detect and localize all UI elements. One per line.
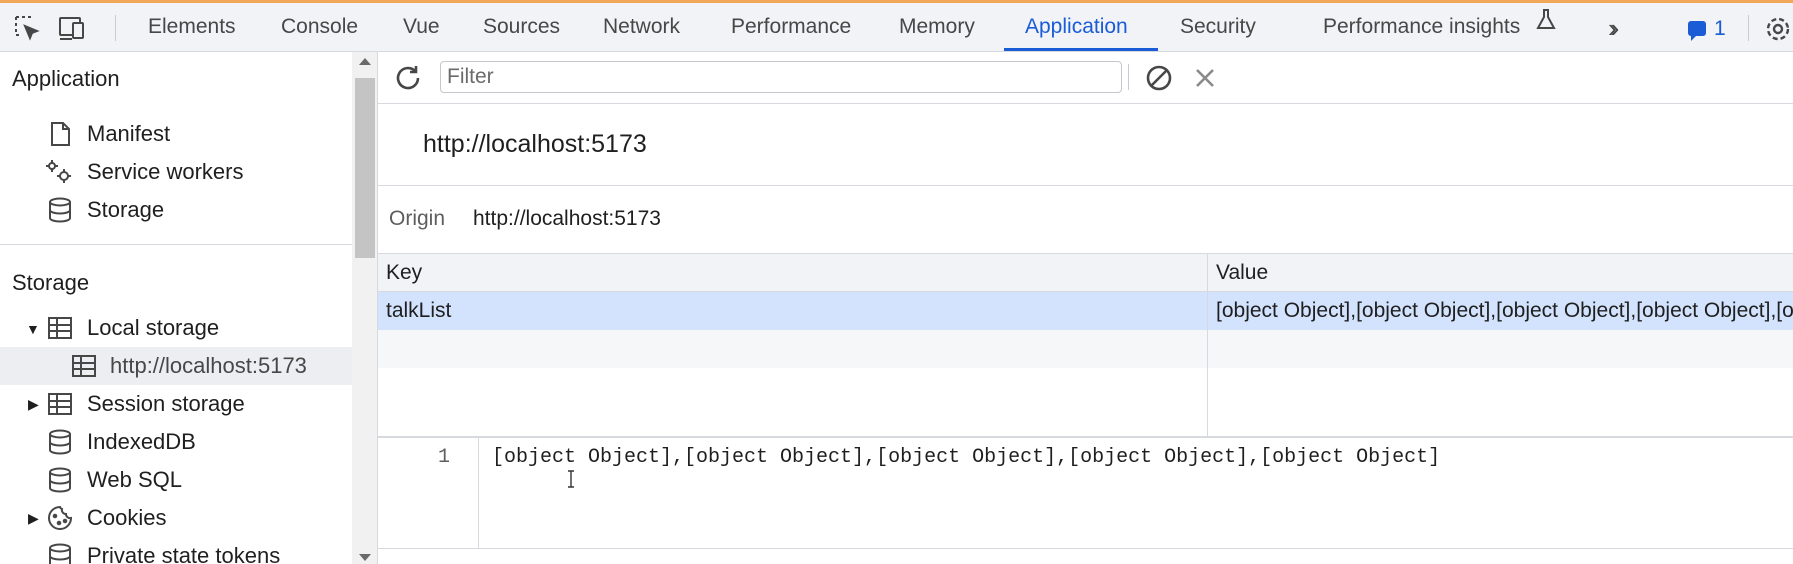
key-value-table: Key Value talkList [object Object],[obje… (378, 254, 1793, 438)
more-tabs-chevron-icon[interactable]: ›› (1608, 13, 1620, 44)
sidebar-item-label: http://localhost:5173 (110, 353, 307, 378)
scroll-down-arrow-icon[interactable] (359, 554, 371, 561)
sidebar-item-label: IndexedDB (87, 429, 196, 454)
table-row-empty[interactable] (378, 330, 1793, 368)
tab-performance[interactable]: Performance (731, 3, 851, 51)
tab-security[interactable]: Security (1180, 3, 1256, 51)
tab-sources[interactable]: Sources (483, 3, 560, 51)
section-title-storage: Storage (12, 270, 90, 295)
database-icon (46, 466, 74, 494)
sidebar-item-manifest[interactable]: Manifest (0, 115, 352, 153)
table-icon (70, 352, 98, 380)
issues-count: 1 (1714, 17, 1726, 40)
sidebar-item-localhost-5173[interactable]: http://localhost:5173 (0, 347, 352, 385)
application-sidebar: Application Manifest Service workers Sto… (0, 52, 378, 564)
sidebar-item-local-storage[interactable]: ▼ Local storage (0, 309, 352, 347)
database-icon (46, 196, 74, 224)
storage-main-panel: http://localhost:5173 Origin http://loca… (378, 52, 1793, 564)
column-header-value[interactable]: Value (1216, 254, 1268, 292)
table-cell-key: talkList (386, 299, 452, 322)
sidebar-item-label: Local storage (87, 315, 220, 340)
delete-selected-close-icon[interactable] (1192, 65, 1218, 91)
expand-triangle-down-icon[interactable]: ▼ (26, 310, 40, 348)
origin-row: Origin http://localhost:5173 (378, 186, 1793, 254)
sidebar-item-session-storage[interactable]: ▶ Session storage (0, 385, 352, 423)
origin-header: http://localhost:5173 (378, 104, 1793, 186)
text-cursor-icon (566, 470, 576, 488)
origin-title: http://localhost:5173 (423, 130, 647, 158)
sidebar-item-storage[interactable]: Storage (0, 191, 352, 229)
tab-performance-insights[interactable]: Performance insights (1323, 3, 1556, 51)
tab-console[interactable]: Console (281, 3, 358, 51)
origin-value: http://localhost:5173 (473, 207, 661, 230)
clear-all-icon[interactable] (1144, 63, 1174, 93)
storage-toolbar (378, 52, 1793, 104)
table-icon (46, 314, 74, 342)
sidebar-item-cookies[interactable]: ▶ Cookies (0, 499, 352, 537)
sidebar-item-label: Cookies (87, 505, 167, 530)
device-toolbar-icon[interactable] (56, 13, 86, 43)
filter-input[interactable] (440, 61, 1122, 93)
sidebar-item-label: Web SQL (87, 467, 182, 492)
gears-icon (44, 158, 72, 186)
tab-vue[interactable]: Vue (403, 3, 440, 51)
value-preview-text[interactable]: [object Object],[object Object],[object … (492, 446, 1440, 469)
document-icon (46, 120, 74, 148)
table-header: Key Value (378, 254, 1793, 292)
table-cell-value: [object Object],[object Object],[object … (1216, 299, 1793, 322)
line-number: 1 (438, 446, 451, 469)
devtools-tab-bar: Elements Console Vue Sources Network Per… (0, 0, 1793, 52)
tab-performance-insights-label: Performance insights (1323, 15, 1521, 38)
tab-memory[interactable]: Memory (899, 3, 975, 51)
sidebar-item-label: Manifest (87, 121, 171, 146)
sidebar-item-label: Private state tokens (87, 543, 281, 564)
sidebar-item-web-sql[interactable]: Web SQL (0, 461, 352, 499)
tab-application[interactable]: Application (1025, 3, 1128, 51)
column-header-key[interactable]: Key (386, 254, 422, 292)
value-preview-pane: 1 [object Object],[object Object],[objec… (378, 438, 1793, 564)
expand-triangle-right-icon[interactable]: ▶ (28, 499, 39, 537)
table-icon (46, 390, 74, 418)
sidebar-divider (0, 244, 352, 245)
sidebar-item-indexeddb[interactable]: IndexedDB (0, 423, 352, 461)
section-title-application: Application (12, 66, 120, 91)
origin-label: Origin (389, 207, 446, 230)
tab-elements[interactable]: Elements (148, 3, 236, 51)
sidebar-item-service-workers[interactable]: Service workers (0, 153, 352, 191)
sidebar-item-label: Storage (87, 197, 165, 222)
refresh-icon[interactable] (392, 62, 424, 94)
issues-icon (1688, 20, 1706, 41)
settings-gear-icon[interactable] (1762, 14, 1793, 44)
sidebar-scrollbar[interactable] (352, 52, 377, 564)
sidebar-item-label: Session storage (87, 391, 245, 416)
tab-network[interactable]: Network (603, 3, 680, 51)
sidebar-item-label: Service workers (87, 159, 244, 184)
inspect-element-icon[interactable] (12, 13, 42, 43)
flask-icon (1536, 0, 1556, 48)
scrollbar-thumb[interactable] (355, 78, 375, 258)
active-tab-indicator (1004, 48, 1158, 51)
line-number-gutter: 1 (378, 438, 479, 548)
toolbar-separator (1748, 15, 1749, 41)
toolbar-separator (1128, 64, 1129, 90)
database-icon (46, 428, 74, 456)
scroll-up-arrow-icon[interactable] (359, 58, 371, 65)
toolbar-separator (115, 15, 116, 41)
expand-triangle-right-icon[interactable]: ▶ (28, 385, 39, 423)
database-icon (46, 542, 74, 564)
preview-divider (378, 548, 1793, 549)
table-row[interactable]: talkList [object Object],[object Object]… (378, 292, 1793, 330)
column-divider[interactable] (1207, 254, 1208, 436)
cookie-icon (46, 504, 74, 532)
issues-counter[interactable]: 1 (1688, 16, 1726, 42)
sidebar-item-private-state-tokens[interactable]: Private state tokens (0, 537, 352, 564)
